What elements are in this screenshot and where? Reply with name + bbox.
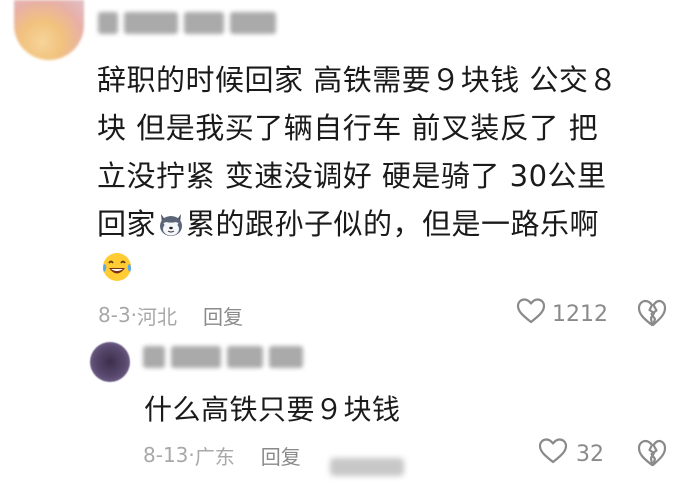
- reply-avatar[interactable]: [90, 342, 130, 382]
- comment-thread: 辞职的时候回家 高铁需要９块钱 公交８ 块 但是我买了辆自行车 前叉装反了 把 …: [0, 0, 690, 495]
- reply-like-button[interactable]: 32: [538, 438, 604, 470]
- comment-body: 辞职的时候回家 高铁需要９块钱 公交８ 块 但是我买了辆自行车 前叉装反了 把 …: [97, 56, 667, 248]
- comment-date: 8-3: [98, 303, 131, 327]
- comment-line: 辞职的时候回家 高铁需要９块钱 公交８: [97, 63, 618, 97]
- blurred-username[interactable]: [98, 8, 280, 38]
- like-button[interactable]: 1212: [516, 298, 608, 330]
- reply-meta: 8-13 · 广东 回复: [143, 440, 301, 470]
- husky-emoji-icon: [157, 204, 185, 236]
- reply-dislike-button[interactable]: [636, 438, 668, 470]
- avatar[interactable]: [14, 0, 84, 60]
- broken-heart-icon: [636, 439, 668, 472]
- reply-reply-button[interactable]: 回复: [261, 441, 301, 470]
- dislike-button[interactable]: [636, 298, 668, 330]
- comment-line: 立没拧紧 变速没调好 硬是骑了 30公里: [97, 159, 607, 193]
- comment-line-last: 回家 累的跟孙子似的，但是一路乐啊: [97, 200, 667, 248]
- reply-body: 什么高铁只要９块钱: [144, 393, 401, 426]
- comment-line-end: 累的跟孙子似的，但是一路乐啊: [186, 207, 600, 241]
- blurred-text: [330, 458, 404, 476]
- broken-heart-icon: [636, 299, 668, 332]
- comment-meta: 8-3 · 河北 回复: [98, 300, 243, 330]
- reply-date: 8-13: [143, 443, 189, 467]
- blurred-reply-username[interactable]: [143, 342, 305, 372]
- comment-location: 河北: [137, 304, 178, 329]
- reply-button[interactable]: 回复: [203, 301, 243, 330]
- comment-line-start: 回家: [97, 207, 157, 241]
- reply-location: 广东: [194, 444, 235, 469]
- comment-line: 块 但是我买了辆自行车 前叉装反了 把: [97, 111, 599, 145]
- heart-icon: [516, 297, 546, 331]
- like-count: 1212: [552, 301, 608, 327]
- laughing-tears-emoji-icon: [100, 250, 134, 284]
- heart-icon: [538, 437, 568, 471]
- reply-like-count: 32: [576, 441, 604, 467]
